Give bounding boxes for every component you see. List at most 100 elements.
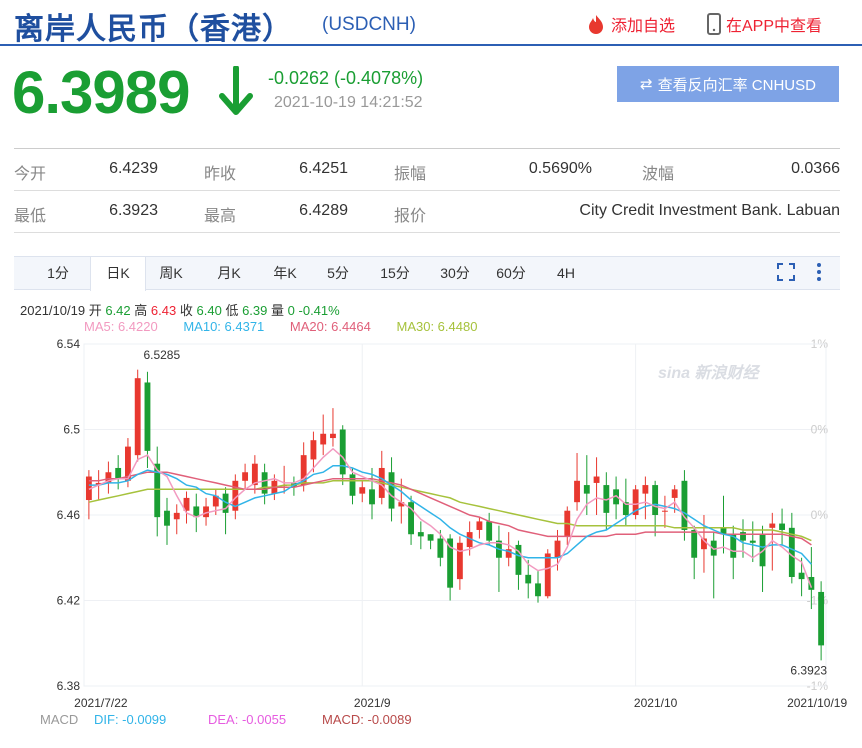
- candle-body: [583, 485, 590, 494]
- candle-body: [525, 574, 532, 584]
- kline-chart[interactable]: 6.54 1%6.5 0%6.46 0%6.42 -1%6.38 -1%sina 新浪财经…: [0, 330, 862, 748]
- candle-body: [691, 529, 698, 558]
- candle-body: [456, 542, 463, 580]
- candle-body: [798, 572, 805, 580]
- stats-row: 最低 6.3923 最高 6.4289 报价 City Credit Inves…: [14, 191, 840, 233]
- tab-0[interactable]: 1分: [36, 257, 80, 290]
- candle-body: [574, 480, 580, 503]
- candle-body: [115, 467, 122, 479]
- quote-source-label: 报价: [394, 208, 427, 225]
- info-low-label: 低: [225, 303, 239, 318]
- candle-body: [642, 485, 649, 494]
- tab-2[interactable]: 周K: [146, 257, 196, 290]
- quote-time: 2021-10-19 14:21:52: [274, 94, 423, 111]
- tab-1[interactable]: 日K: [90, 257, 146, 291]
- fullscreen-icon[interactable]: [776, 262, 796, 282]
- macd-label-1: DIF: -0.0099: [94, 712, 166, 727]
- open-label: 今开: [14, 166, 47, 183]
- candle-body: [261, 472, 268, 494]
- candle-body: [417, 532, 424, 537]
- high-label: 最高: [204, 208, 237, 225]
- tab-3[interactable]: 月K: [204, 257, 254, 290]
- amplitude-value: 0.5690%: [528, 160, 592, 177]
- y-tick-label: 6.42: [57, 594, 81, 608]
- add-favorite-button[interactable]: 添加自选: [585, 12, 675, 36]
- x-tick-label: 2021/10: [634, 696, 678, 710]
- candle-body: [652, 485, 659, 515]
- open-value: 6.4239: [109, 160, 158, 177]
- candle-body: [173, 512, 180, 520]
- tab-6[interactable]: 15分: [370, 257, 420, 290]
- swap-icon: ⇄: [640, 76, 653, 93]
- candle-body: [671, 489, 678, 498]
- prev-close-value: 6.4251: [299, 160, 348, 177]
- reverse-rate-label: 查看反向汇率 CNHUSD: [657, 76, 816, 94]
- wave-label: 波幅: [642, 166, 675, 183]
- candle-body: [818, 591, 825, 646]
- candle-body: [544, 553, 551, 597]
- candle-body: [593, 476, 600, 483]
- y-tick-label: 6.46: [57, 508, 81, 522]
- tab-8[interactable]: 60分: [486, 257, 536, 290]
- candle-body: [535, 583, 541, 597]
- header: 离岸人民币（香港） (USDCNH) 添加自选 在APP中查看: [0, 0, 862, 47]
- candle-body: [388, 472, 395, 509]
- candle-body: [437, 538, 444, 558]
- view-in-app-button[interactable]: 在APP中查看: [706, 12, 822, 36]
- y-tick-label: 6.38: [57, 679, 81, 693]
- tab-9[interactable]: 4H: [544, 257, 588, 290]
- candle-body: [369, 489, 375, 505]
- page-title: 离岸人民币（香港）: [14, 12, 293, 47]
- info-low: 6.39: [242, 303, 268, 318]
- info-high: 6.43: [150, 303, 177, 318]
- flame-icon: [589, 15, 603, 34]
- current-price: 6.3989: [12, 59, 191, 126]
- y-tick-label: 6.54: [57, 337, 81, 351]
- tab-4[interactable]: 年K: [260, 257, 310, 290]
- macd-label-2: DEA: -0.0055: [208, 712, 286, 727]
- candle-body: [134, 378, 141, 456]
- x-tick-label: 2021/7/22: [74, 696, 128, 710]
- phone-icon: [707, 13, 721, 35]
- price-change: -0.0262 (-0.4078%): [268, 68, 424, 88]
- symbol-code: (USDCNH): [322, 14, 416, 35]
- view-in-app-label: 在APP中查看: [726, 18, 823, 35]
- candle-body: [554, 540, 561, 558]
- candle-body: [164, 510, 170, 526]
- candle-body: [427, 534, 434, 541]
- add-favorite-label: 添加自选: [611, 18, 676, 35]
- stats-row: 今开 6.4239 昨收 6.4251 振幅 0.5690% 波幅 0.0366: [14, 149, 840, 191]
- low-label: 最低: [14, 208, 47, 225]
- max-annotation: 6.5285: [143, 348, 180, 362]
- quote-source-value: City Credit Investment Bank. Labuan: [579, 202, 840, 219]
- x-tick-label: 2021/10/19: [787, 696, 847, 710]
- info-open: 6.42: [105, 303, 131, 318]
- stats-table: 今开 6.4239 昨收 6.4251 振幅 0.5690% 波幅 0.0366…: [14, 148, 840, 233]
- info-high-label: 高: [134, 303, 148, 318]
- info-pct: -0.41%: [298, 303, 340, 318]
- candle-body: [330, 433, 336, 439]
- macd-label-3: MACD: -0.0089: [322, 712, 412, 727]
- candle-body: [359, 487, 366, 494]
- amplitude-label: 振幅: [394, 166, 427, 183]
- tab-5[interactable]: 5分: [316, 257, 360, 290]
- info-date: 2021/10/19: [20, 303, 86, 318]
- candle-body: [681, 480, 688, 530]
- y-tick-label: 6.5: [63, 423, 80, 437]
- candle-body: [320, 433, 327, 445]
- candle-body: [339, 429, 346, 475]
- candle-body: [661, 510, 668, 512]
- candle-body: [349, 474, 356, 496]
- more-menu-icon[interactable]: [814, 260, 824, 284]
- tab-7[interactable]: 30分: [430, 257, 480, 290]
- candle-body: [740, 532, 746, 541]
- candle-body: [769, 523, 776, 528]
- macd-label-0: MACD: [40, 712, 78, 727]
- candle-body: [242, 472, 249, 481]
- candle-body: [486, 521, 493, 541]
- min-annotation: 6.3923: [790, 663, 827, 677]
- candle-body: [476, 521, 483, 530]
- info-close-label: 收: [179, 303, 193, 318]
- reverse-rate-button[interactable]: ⇄ 查看反向汇率 CNHUSD: [617, 66, 839, 102]
- info-close: 6.40: [196, 303, 222, 318]
